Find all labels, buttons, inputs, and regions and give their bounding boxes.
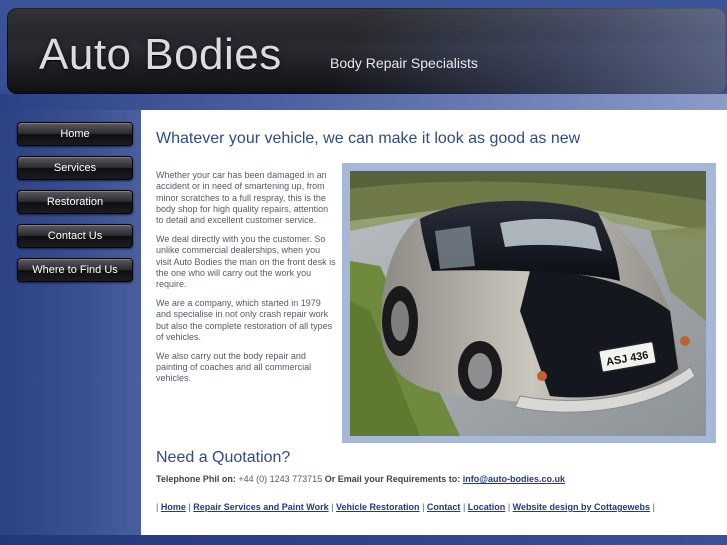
main-content: Whatever your vehicle, we can make it lo… [141,110,727,535]
header-band [0,94,727,110]
intro-paragraph: We are a company, which started in 1979 … [156,297,333,342]
link-separator: | [462,502,466,512]
site-subtitle: Body Repair Specialists [330,55,478,71]
footer-link-vehicle-restoration[interactable]: Vehicle Restoration [336,502,420,512]
sidebar: Home Services Restoration Contact Us Whe… [0,110,141,535]
link-separator: | [507,502,511,512]
footer-link-location[interactable]: Location [468,502,506,512]
quotation-contact-line: Telephone Phil on: +44 (0) 1243 773715 O… [156,474,565,484]
nav-contact-button[interactable]: Contact Us [17,224,133,248]
email-link[interactable]: info@auto-bodies.co.uk [463,474,565,484]
page-headline: Whatever your vehicle, we can make it lo… [156,130,581,147]
intro-paragraph: We also carry out the body repair and pa… [156,350,312,384]
phone-number: +44 (0) 1243 773715 [238,474,323,484]
link-separator: | [652,502,655,512]
link-separator: | [422,502,425,512]
footer-link-website-design[interactable]: Website design by Cottagewebs [513,502,650,512]
footer-link-repair-services[interactable]: Repair Services and Paint Work [193,502,328,512]
footer-link-contact[interactable]: Contact [427,502,461,512]
nav-restoration-button[interactable]: Restoration [17,190,133,214]
link-separator: | [331,502,334,512]
car-photo-frame: ASJ 436 [342,163,716,443]
footer-link-home[interactable]: Home [161,502,186,512]
site-header: Auto Bodies Body Repair Specialists [7,8,726,94]
nav-location-button[interactable]: Where to Find Us [17,258,133,282]
footer-links: | Home | Repair Services and Paint Work … [156,502,655,512]
intro-paragraph: We deal directly with you the customer. … [156,233,336,290]
link-separator: | [188,502,191,512]
phone-label: Telephone Phil on: [156,474,236,484]
link-separator: | [156,502,159,512]
site-title: Auto Bodies [39,30,282,79]
nav-services-button[interactable]: Services [17,156,133,180]
classic-car-photo: ASJ 436 [350,171,706,436]
intro-text: Whether your car has been damaged in an … [156,170,338,392]
classic-car-image: ASJ 436 [350,171,706,436]
bottom-band [0,535,727,545]
intro-paragraph: Whether your car has been damaged in an … [156,170,329,226]
quotation-heading: Need a Quotation? [156,449,291,466]
email-label: Or Email your Requirements to: [324,474,461,484]
nav-home-button[interactable]: Home [17,122,133,146]
